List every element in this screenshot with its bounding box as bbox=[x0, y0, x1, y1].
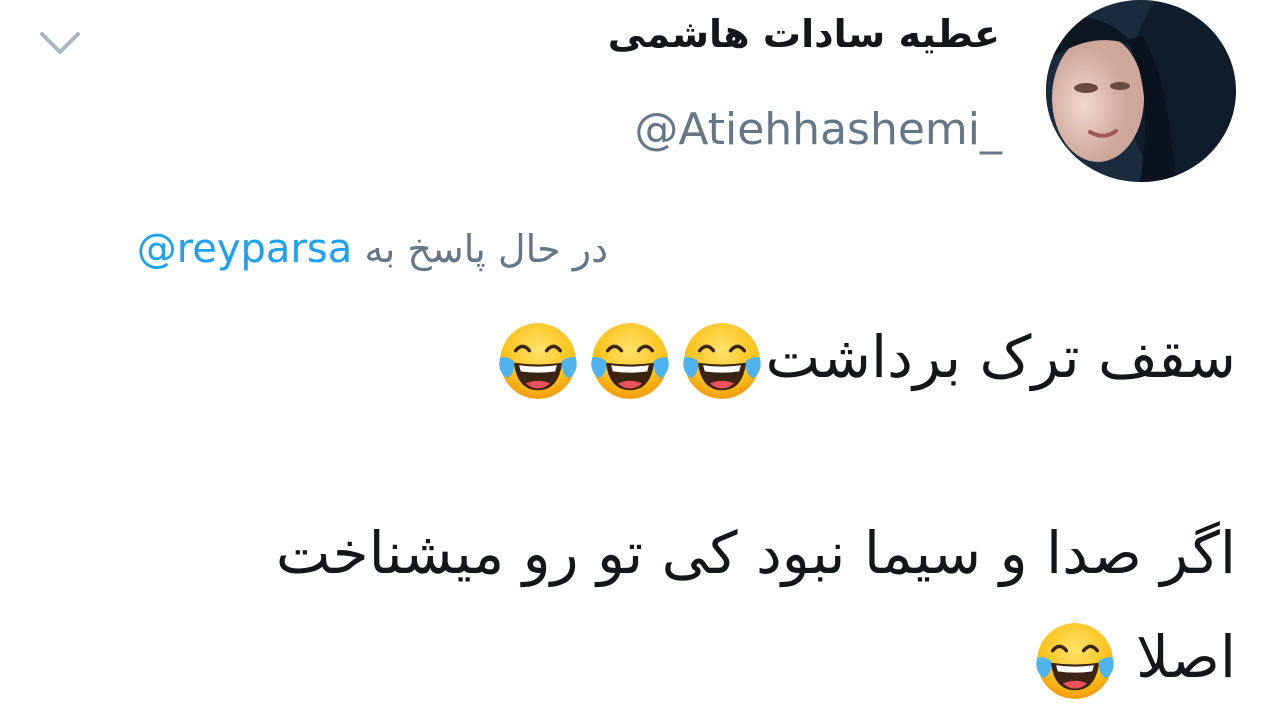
tweet-text-line: اصلا bbox=[1026, 618, 1236, 704]
reply-context: در حال پاسخ به @reyparsa bbox=[42, 226, 608, 286]
tweet-text: اصلا bbox=[1136, 623, 1236, 692]
face-with-tears-of-joy-icon bbox=[495, 318, 581, 404]
user-handle[interactable]: @Atiehhashemi_ bbox=[634, 104, 1002, 155]
chevron-down-icon[interactable] bbox=[38, 28, 82, 60]
emoji-group bbox=[489, 318, 765, 404]
face-with-tears-of-joy-icon bbox=[587, 318, 673, 404]
tweet-text-line: سقف ترک برداشت bbox=[489, 318, 1236, 404]
reply-prefix: در حال پاسخ به bbox=[364, 227, 608, 271]
tweet-text-line: اگر صدا و سیما نبود کی تو رو میشناخت bbox=[276, 524, 1236, 582]
tweet-text: اگر صدا و سیما نبود کی تو رو میشناخت bbox=[275, 519, 1236, 587]
tweet-text: سقف ترک برداشت bbox=[765, 323, 1236, 392]
face-with-tears-of-joy-icon bbox=[679, 318, 765, 404]
display-name[interactable]: عطیه سادات هاشمی bbox=[608, 12, 1000, 56]
face-with-tears-of-joy-icon bbox=[1032, 618, 1118, 704]
emoji-group bbox=[1026, 618, 1118, 704]
avatar[interactable] bbox=[1046, 0, 1236, 182]
mention-link[interactable]: @reyparsa bbox=[137, 226, 353, 272]
